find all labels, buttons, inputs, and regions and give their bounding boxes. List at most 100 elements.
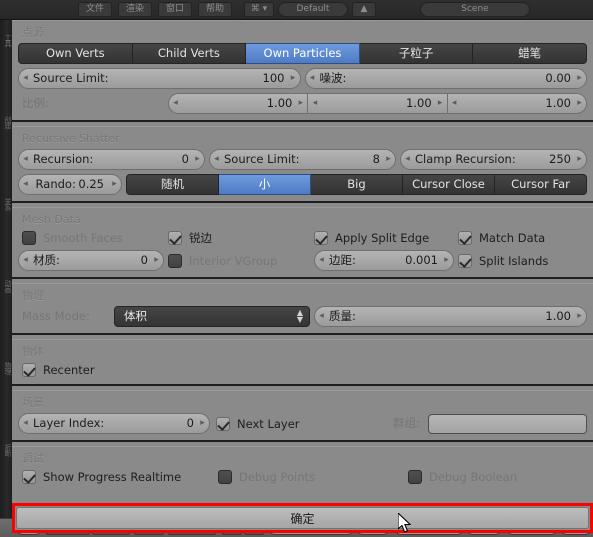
mass-field[interactable]: ◂ 质量: 1.00 ▸ (314, 306, 587, 327)
recursive-source-limit-value: 8 (373, 150, 382, 169)
clamp-recursion-field[interactable]: ◂ Clamp Recursion: 250 ▸ (400, 149, 587, 170)
mass-value: 1.00 (545, 307, 573, 326)
rando-label: Rando: (32, 175, 78, 194)
checkbox-icon[interactable] (22, 231, 36, 245)
scale-y-field[interactable]: ◂ 1.00 ▸ (308, 93, 447, 114)
chevron-updown-icon[interactable]: ▲ ▼ (297, 309, 303, 323)
arrow-right-icon[interactable]: ▸ (573, 69, 586, 88)
scale-z-field[interactable]: ◂ 1.00 ▸ (448, 93, 587, 114)
source-limit-field[interactable]: ◂ Source Limit: 100 ▸ (18, 68, 301, 89)
arrow-left-icon[interactable]: ◂ (169, 94, 182, 113)
arrow-left-icon[interactable]: ◂ (19, 150, 32, 169)
checkbox-show-progress-realtime[interactable]: Show Progress Realtime (18, 469, 218, 485)
material-field[interactable]: ◂ 材质: 0 ▸ (18, 250, 164, 271)
app-root: 文件渲染窗口帮助⌘ ▾DefaultScene▲ 工具创建关系动画物理折断 Σ▸… (0, 0, 593, 537)
checkbox-interior-vgroup[interactable]: Interior VGroup (168, 253, 314, 269)
recursive-source-limit-field[interactable]: ◂ Source Limit: 8 ▸ (209, 149, 396, 170)
background-rail-tab: 物理 (1, 362, 12, 374)
checkbox-recenter[interactable]: Recenter (18, 362, 95, 378)
arrow-right-icon[interactable]: ▸ (108, 175, 121, 194)
margin-field[interactable]: ◂ 边距: 0.001 ▸ (314, 250, 454, 271)
checkbox-split-islands-label: Split Islands (479, 253, 548, 269)
arrow-left-icon[interactable]: ◂ (315, 307, 328, 326)
shatter-mode-big[interactable]: Big (311, 174, 403, 195)
source-toggle-own-verts[interactable]: Own Verts (18, 43, 133, 64)
arrow-right-icon[interactable]: ▸ (573, 94, 586, 113)
group-input[interactable] (428, 414, 587, 434)
arrow-right-icon[interactable]: ▸ (150, 251, 163, 270)
panel-object: 物体 Recenter (12, 339, 593, 386)
source-toggle-own-particles[interactable]: Own Particles (246, 43, 360, 64)
checkbox-debug-points[interactable]: Debug Points (218, 469, 408, 485)
panel-physics: 物理 Mass Mode: 体积 ▲▼ ◂ 质量: 1.00 ▸ (12, 283, 593, 335)
checkbox-sharp-edges[interactable]: 锐边 (168, 230, 314, 246)
checkbox-icon[interactable] (168, 231, 182, 245)
checkbox-debug-points-label: Debug Points (239, 469, 315, 485)
arrow-left-icon[interactable]: ◂ (19, 251, 32, 270)
arrow-right-icon[interactable]: ▸ (287, 69, 300, 88)
source-toggle-grease-pencil[interactable]: 蜡笔 (473, 43, 587, 64)
noise-field[interactable]: ◂ 噪波: 0.00 ▸ (305, 68, 588, 89)
arrow-left-icon[interactable]: ◂ (308, 94, 321, 113)
checkbox-smooth-faces[interactable]: Smooth Faces (18, 230, 168, 246)
checkbox-apply-split-edge-label: Apply Split Edge (335, 230, 429, 246)
rando-value: 0.25 (78, 175, 108, 194)
arrow-right-icon[interactable]: ▸ (191, 150, 204, 169)
checkbox-next-layer[interactable]: Next Layer (216, 416, 366, 432)
source-limit-noise-row: ◂ Source Limit: 100 ▸ ◂ 噪波: 0.00 ▸ (18, 68, 587, 89)
arrow-left-icon[interactable]: ◂ (315, 251, 328, 270)
arrow-right-icon[interactable]: ▸ (294, 94, 307, 113)
checkbox-split-islands[interactable]: Split Islands (458, 253, 587, 269)
shatter-mode-cursor-far[interactable]: Cursor Far (495, 174, 587, 195)
checkbox-debug-boolean[interactable]: Debug Boolean (408, 469, 587, 485)
scale-x-field[interactable]: ◂ 1.00 ▸ (168, 93, 308, 114)
shatter-mode-small[interactable]: 小 (219, 174, 311, 195)
background-topbar: 文件渲染窗口帮助⌘ ▾DefaultScene▲ (0, 0, 593, 20)
scale-y-value: 1.00 (406, 94, 434, 113)
checkbox-icon[interactable] (408, 470, 422, 484)
arrow-left-icon[interactable]: ◂ (210, 150, 223, 169)
arrow-left-icon[interactable]: ◂ (448, 94, 461, 113)
background-menu-chip: 文件 (78, 2, 112, 17)
checkbox-recenter-label: Recenter (43, 362, 95, 378)
source-toggle-child-verts[interactable]: Child Verts (133, 43, 247, 64)
panel-title-point-source: 点源 (18, 25, 587, 40)
arrow-right-icon[interactable]: ▸ (573, 150, 586, 169)
source-toggle-child-particles[interactable]: 子粒子 (360, 43, 474, 64)
mass-mode-dropdown[interactable]: 体积 ▲▼ (114, 306, 310, 327)
recursion-row: ◂ Recursion: 0 ▸ ◂ Source Limit: 8 ▸ ◂ C… (18, 149, 587, 170)
checkbox-icon[interactable] (22, 363, 36, 377)
arrow-left-icon[interactable]: ◂ (306, 69, 319, 88)
background-menu-chip: Default (278, 2, 348, 17)
arrow-right-icon[interactable]: ▸ (382, 150, 395, 169)
checkbox-icon[interactable] (22, 470, 36, 484)
checkbox-icon[interactable] (168, 254, 182, 268)
arrow-right-icon[interactable]: ▸ (440, 251, 453, 270)
checkbox-match-data[interactable]: Match Data (458, 230, 587, 246)
arrow-right-icon[interactable]: ▸ (434, 94, 447, 113)
arrow-right-icon[interactable]: ▸ (196, 414, 209, 433)
checkbox-icon[interactable] (458, 231, 472, 245)
layer-index-field[interactable]: ◂ Layer Index: 0 ▸ (18, 413, 210, 434)
mass-mode-label: Mass Mode: (18, 306, 114, 327)
checkbox-icon[interactable] (458, 254, 472, 268)
checkbox-icon[interactable] (216, 417, 230, 431)
checkbox-show-progress-label: Show Progress Realtime (43, 469, 181, 485)
panel-title-recursive-shatter: Recursive Shatter (18, 131, 587, 146)
shatter-mode-random[interactable]: 随机 (126, 174, 219, 195)
checkbox-icon[interactable] (218, 470, 232, 484)
confirm-button[interactable]: 确定 (16, 507, 589, 529)
recursion-field[interactable]: ◂ Recursion: 0 ▸ (18, 149, 205, 170)
checkbox-next-layer-label: Next Layer (237, 416, 300, 432)
arrow-left-icon[interactable]: ◂ (19, 175, 32, 194)
arrow-right-icon[interactable]: ▸ (573, 307, 586, 326)
rando-field[interactable]: ◂ Rando: 0.25 ▸ (18, 174, 122, 195)
checkbox-icon[interactable] (314, 231, 328, 245)
arrow-left-icon[interactable]: ◂ (19, 69, 32, 88)
shatter-mode-cursor-close[interactable]: Cursor Close (403, 174, 495, 195)
arrow-left-icon[interactable]: ◂ (401, 150, 414, 169)
checkbox-debug-boolean-label: Debug Boolean (429, 469, 517, 485)
arrow-left-icon[interactable]: ◂ (19, 414, 32, 433)
mass-label: 质量: (328, 307, 545, 326)
checkbox-apply-split-edge[interactable]: Apply Split Edge (314, 230, 458, 246)
